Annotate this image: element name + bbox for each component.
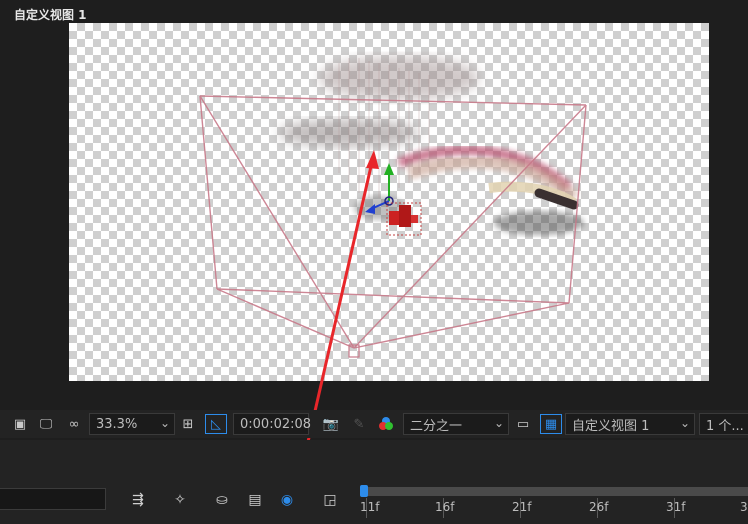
timeline-panel: ⇶ ✧ ⛀ ▤ ◉ ◲ 11f 16f 21f 26f 31f 3 bbox=[0, 440, 748, 524]
view-select[interactable]: 自定义视图 1 ⌄ bbox=[565, 413, 695, 435]
ruler-label: 11f bbox=[360, 500, 380, 514]
ruler-label: 16f bbox=[435, 500, 455, 514]
draft-3d-icon[interactable]: ✧ bbox=[170, 490, 190, 510]
resolution-select[interactable]: 二分之一 ⌄ bbox=[403, 413, 509, 435]
chevron-down-icon: ⌄ bbox=[679, 416, 690, 430]
always-preview-icon[interactable]: ▣ bbox=[10, 414, 30, 434]
ruler-label: 21f bbox=[512, 500, 532, 514]
composition-flowchart-icon[interactable]: ⇶ bbox=[128, 490, 148, 510]
show-snapshot-icon[interactable]: ✎ bbox=[348, 414, 370, 434]
zoom-select[interactable]: 33.3% ⌄ bbox=[89, 413, 175, 435]
resolution-value: 二分之一 bbox=[410, 418, 463, 434]
shy-layers-icon[interactable]: ⛀ bbox=[212, 490, 232, 510]
camera-snapshot-icon[interactable]: 📷 bbox=[320, 414, 342, 434]
frame-blending-icon[interactable]: ▤ bbox=[245, 490, 265, 510]
layer-search-input[interactable] bbox=[0, 488, 106, 510]
chevron-down-icon: ⌄ bbox=[159, 416, 170, 430]
viewer-toolbar: ▣ 🖵 ∞ 33.3% ⌄ ⊞ ◺ 0:00:02:08 📷 ✎ 二分之一 ⌄ … bbox=[0, 410, 748, 438]
color-channels-icon[interactable] bbox=[375, 414, 397, 434]
view-layout-value: 1 个... bbox=[706, 418, 744, 434]
safe-margins-icon[interactable]: ⊞ bbox=[178, 414, 198, 434]
mask-visibility-icon[interactable]: ◺ bbox=[205, 414, 227, 434]
work-area-bar[interactable] bbox=[362, 487, 748, 496]
current-time-indicator[interactable] bbox=[360, 485, 368, 497]
timecode-field[interactable]: 0:00:02:08 bbox=[233, 413, 312, 435]
ruler-label: 31f bbox=[666, 500, 686, 514]
graph-editor-icon[interactable]: ◲ bbox=[320, 490, 340, 510]
chevron-down-icon: ⌄ bbox=[493, 416, 504, 430]
transparency-grid-icon[interactable]: ▦ bbox=[540, 414, 562, 434]
monitor-icon[interactable]: 🖵 bbox=[36, 414, 56, 434]
ruler-label: 3 bbox=[740, 500, 748, 514]
vr-goggles-icon[interactable]: ∞ bbox=[62, 414, 86, 434]
region-of-interest-icon[interactable]: ▭ bbox=[513, 414, 533, 434]
view-value: 自定义视图 1 bbox=[572, 418, 650, 434]
ruler-label: 26f bbox=[589, 500, 609, 514]
motion-blur-icon[interactable]: ◉ bbox=[277, 490, 297, 510]
current-time: 0:00:02:08 bbox=[240, 416, 312, 432]
zoom-value: 33.3% bbox=[96, 416, 138, 432]
view-layout-select[interactable]: 1 个... bbox=[699, 413, 748, 435]
